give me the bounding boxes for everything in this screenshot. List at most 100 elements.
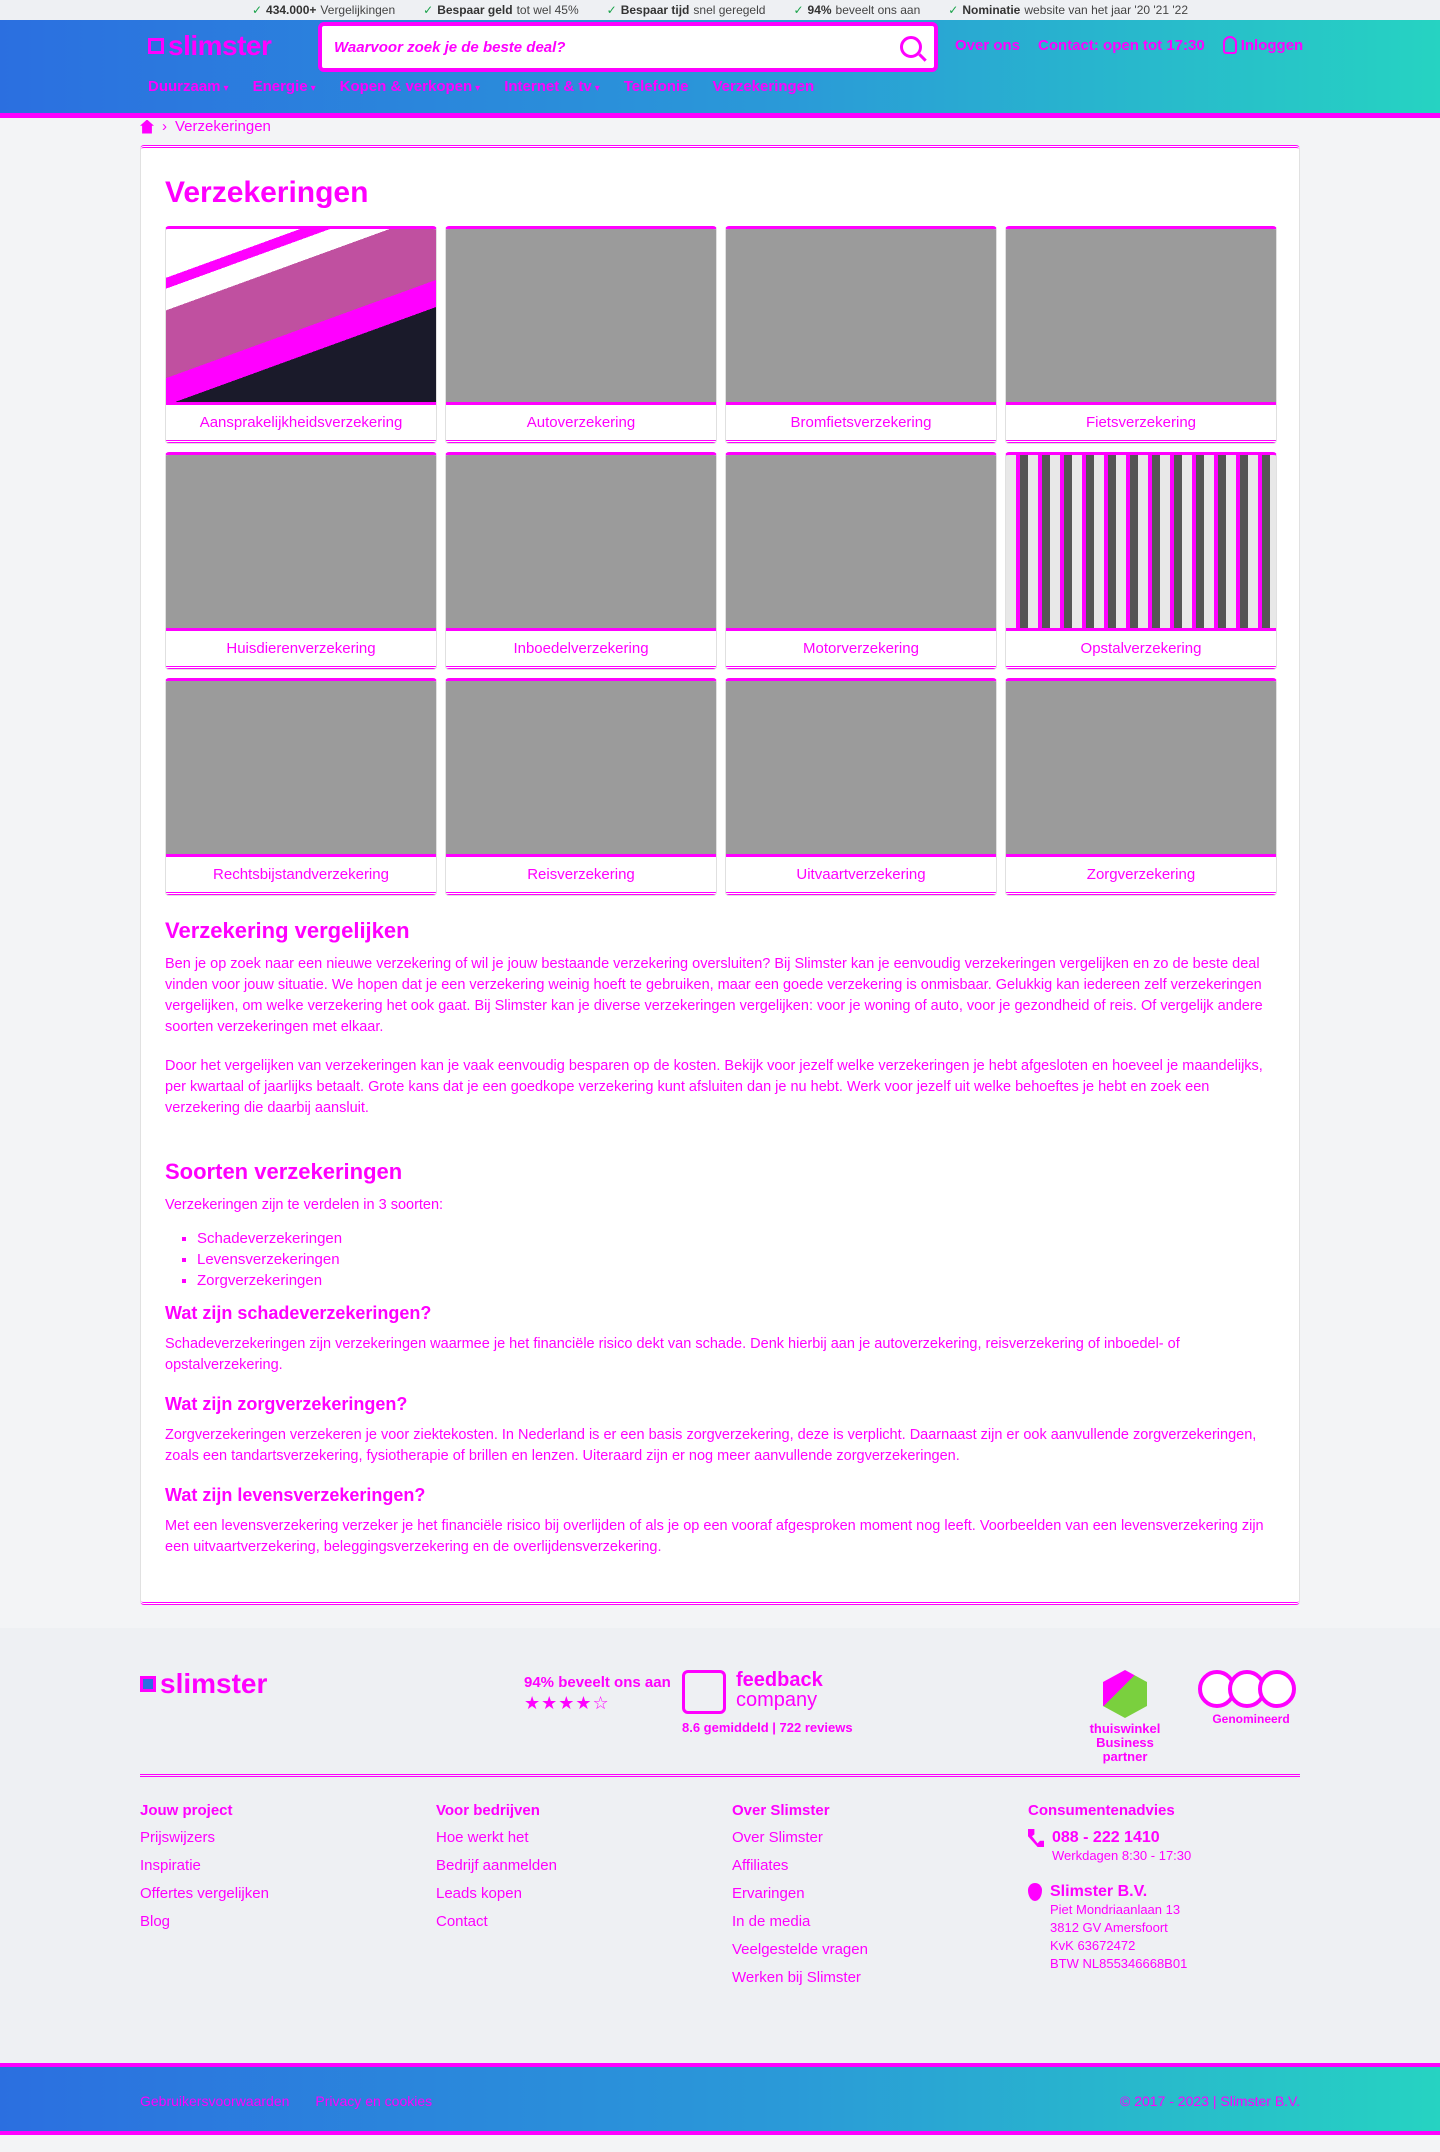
chevron-down-icon: ▾ (475, 83, 481, 94)
usp-text: tot wel 45% (516, 3, 579, 17)
recommend-rating: 94% beveelt ons aan ★★★★☆ (524, 1674, 671, 1714)
insurance-tile[interactable]: Autoverzekering (445, 226, 717, 444)
usp-text: Vergelijkingen (320, 3, 396, 17)
feedback-stats: 8.6 gemiddeld | 722 reviews (682, 1720, 853, 1735)
footer-link[interactable]: Ervaringen (732, 1885, 1028, 1902)
fb-sub: company (736, 1689, 818, 1711)
footer-column: Over Slimster Over Slimster Affiliates E… (732, 1802, 1028, 1997)
feedback-company-badge[interactable]: feedback company (682, 1670, 823, 1714)
nav-item-duurzaam[interactable]: Duurzaam ▾ (148, 78, 229, 95)
footer-column-contact: Consumentenadvies 088 - 222 1410 Werkdag… (1028, 1802, 1300, 1997)
check-icon: ✓ (606, 3, 617, 17)
check-icon: ✓ (948, 3, 959, 17)
usp-text: website van het jaar '20 '21 '22 (1024, 3, 1189, 17)
paragraph: Met een levensverzekering verzeker je he… (165, 1518, 1264, 1555)
login-link[interactable]: Inloggen (1222, 36, 1303, 54)
tile-image (446, 455, 716, 631)
usp-text: snel geregeld (693, 3, 766, 17)
nav-label: Energie (252, 78, 308, 95)
insurance-tile[interactable]: Zorgverzekering (1005, 678, 1277, 896)
column-title: Jouw project (140, 1802, 233, 1819)
check-icon: ✓ (423, 3, 434, 17)
logo-text: slimster (160, 1668, 268, 1699)
footer-link[interactable]: Affiliates (732, 1857, 1028, 1874)
nav-item-internet-tv[interactable]: Internet & tv ▾ (504, 78, 600, 95)
site-header: slimster Over ons Contact: open tot 17:3… (0, 20, 1440, 118)
address-line: Piet Mondriaanlaan 13 (1050, 1902, 1181, 1917)
address-line: 3812 GV Amersfoort (1050, 1920, 1168, 1935)
nomination-badge[interactable]: Genomineerd (1198, 1670, 1304, 1726)
search-icon[interactable] (900, 36, 922, 58)
footer-link[interactable]: Inspiratie (140, 1857, 436, 1874)
insurance-tile[interactable]: Rechtsbijstandverzekering (165, 678, 437, 896)
tile-image (446, 229, 716, 405)
tile-label: Bromfietsverzekering (726, 405, 996, 443)
types-list: Schadeverzekeringen Levensverzekeringen … (197, 1228, 1277, 1291)
nav-item-telefonie[interactable]: Telefonie (624, 78, 689, 95)
usp-bold: 434.000+ (266, 3, 317, 17)
phone-number: 088 - 222 1410 (1052, 1829, 1160, 1846)
phone-icon (1028, 1829, 1044, 1847)
footer-link[interactable]: Werken bij Slimster (732, 1969, 1028, 1986)
list-item[interactable]: Levensverzekeringen (197, 1249, 1277, 1270)
breadcrumb: › Verzekeringen (140, 118, 271, 135)
question-heading: Wat zijn schadeverzekeringen? (165, 1303, 432, 1323)
footer-link[interactable]: Blog (140, 1913, 436, 1930)
rating-text: 94% beveelt ons aan (524, 1674, 671, 1691)
insurance-tile[interactable]: Bromfietsverzekering (725, 226, 997, 444)
badge-sub: Business partner (1096, 1735, 1154, 1764)
footer-link[interactable]: Bedrijf aanmelden (436, 1857, 732, 1874)
footer-link[interactable]: Offertes vergelijken (140, 1885, 436, 1902)
tile-label: Motorverzekering (726, 631, 996, 669)
tile-image (726, 229, 996, 405)
insurance-tile[interactable]: Inboedelverzekering (445, 452, 717, 670)
footer-link[interactable]: Veelgestelde vragen (732, 1941, 1028, 1958)
nav-item-energie[interactable]: Energie ▾ (253, 78, 316, 95)
footer-link[interactable]: Leads kopen (436, 1885, 732, 1902)
insurance-tile[interactable]: Huisdierenverzekering (165, 452, 437, 670)
contact-link[interactable]: Contact: open tot 17:30 (1038, 37, 1205, 54)
footer-logo[interactable]: slimster (140, 1668, 267, 1700)
breadcrumb-current[interactable]: Verzekeringen (175, 118, 271, 135)
paragraph: Ben je op zoek naar een nieuwe verzekeri… (165, 956, 1263, 1035)
terms-link[interactable]: Gebruikersvoorwaarden (140, 2093, 289, 2109)
insurance-tile[interactable]: Opstalverzekering (1005, 452, 1277, 670)
site-logo[interactable]: slimster (148, 30, 272, 62)
footer-link[interactable]: Over Slimster (732, 1829, 1028, 1846)
address-line: KvK 63672472 (1050, 1938, 1136, 1953)
search-input[interactable] (334, 38, 900, 56)
insurance-tile[interactable]: Reisverzekering (445, 678, 717, 896)
insurance-tile[interactable]: Fietsverzekering (1005, 226, 1277, 444)
footer-link[interactable]: In de media (732, 1913, 1028, 1930)
usp-item: ✓ 94% beveelt ons aan (793, 3, 920, 17)
tile-label: Zorgverzekering (1006, 857, 1276, 895)
phone-contact[interactable]: 088 - 222 1410 Werkdagen 8:30 - 17:30 (1028, 1829, 1300, 1865)
nav-item-verzekeringen[interactable]: Verzekeringen (712, 78, 814, 95)
about-link[interactable]: Over ons (955, 37, 1020, 54)
logo-mark-icon (148, 38, 164, 54)
nav-item-kopen-verkopen[interactable]: Kopen & verkopen ▾ (340, 78, 481, 95)
main-nav: Duurzaam ▾ Energie ▾ Kopen & verkopen ▾ Int… (148, 78, 814, 95)
main-card: Verzekeringen Aansprakelijkheidsverzeker… (140, 145, 1300, 1605)
insurance-tile[interactable]: Motorverzekering (725, 452, 997, 670)
award-icon (1198, 1670, 1304, 1708)
insurance-tile[interactable]: Uitvaartverzekering (725, 678, 997, 896)
list-item[interactable]: Zorgverzekeringen (197, 1270, 1277, 1291)
footer-link[interactable]: Hoe werkt het (436, 1829, 732, 1846)
tile-label: Uitvaartverzekering (726, 857, 996, 895)
tile-image (166, 455, 436, 631)
check-icon: ✓ (251, 3, 263, 17)
privacy-link[interactable]: Privacy en cookies (315, 2093, 432, 2109)
list-item[interactable]: Schadeverzekeringen (197, 1228, 1277, 1249)
tile-label: Autoverzekering (446, 405, 716, 443)
footer-columns: Jouw project Prijswijzers Inspiratie Off… (140, 1802, 1300, 1997)
tile-label: Reisverzekering (446, 857, 716, 895)
thuiswinkel-badge[interactable]: thuiswinkel Business partner (1075, 1670, 1175, 1764)
footer-link[interactable]: Prijswijzers (140, 1829, 436, 1846)
footer-link[interactable]: Contact (436, 1913, 732, 1930)
chevron-right-icon: › (162, 118, 167, 135)
header-links: Over ons Contact: open tot 17:30 Inlogge… (955, 36, 1303, 54)
insurance-tile[interactable]: Aansprakelijkheidsverzekering (165, 226, 437, 444)
home-icon[interactable] (140, 119, 154, 134)
tile-image (166, 681, 436, 857)
